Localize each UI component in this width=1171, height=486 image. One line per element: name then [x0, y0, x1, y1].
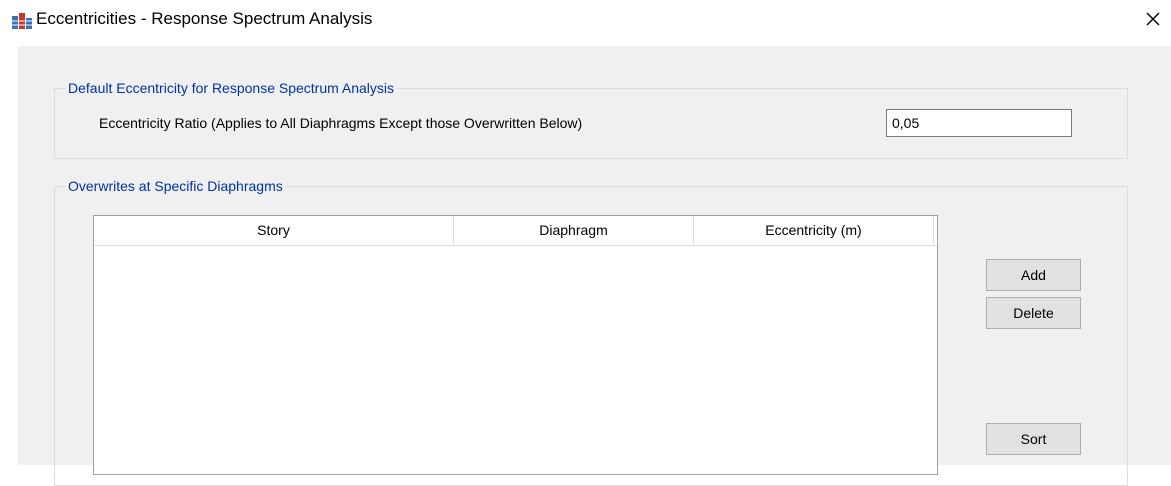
delete-button[interactable]: Delete [986, 297, 1081, 329]
window-title: Eccentricities - Response Spectrum Analy… [36, 9, 373, 28]
column-header-eccentricity[interactable]: Eccentricity (m) [694, 216, 934, 245]
overwrites-group: Overwrites at Specific Diaphragms Story … [54, 177, 1128, 486]
close-icon[interactable] [1138, 4, 1168, 34]
add-button[interactable]: Add [986, 259, 1081, 291]
eccentricity-ratio-input[interactable] [886, 109, 1072, 137]
table-header: Story Diaphragm Eccentricity (m) [94, 216, 937, 246]
default-eccentricity-group: Default Eccentricity for Response Spectr… [54, 79, 1128, 159]
column-header-diaphragm[interactable]: Diaphragm [454, 216, 694, 245]
column-header-story[interactable]: Story [94, 216, 454, 245]
sort-button[interactable]: Sort [986, 423, 1081, 455]
building-frame-icon [12, 13, 32, 29]
overwrites-table[interactable]: Story Diaphragm Eccentricity (m) [93, 215, 938, 475]
default-eccentricity-legend: Default Eccentricity for Response Spectr… [65, 79, 398, 97]
overwrites-legend: Overwrites at Specific Diaphragms [65, 177, 286, 195]
title-bar: Eccentricities - Response Spectrum Analy… [0, 0, 1171, 40]
dialog-client-area: Default Eccentricity for Response Spectr… [18, 46, 1171, 486]
eccentricity-ratio-label: Eccentricity Ratio (Applies to All Diaph… [99, 115, 583, 131]
